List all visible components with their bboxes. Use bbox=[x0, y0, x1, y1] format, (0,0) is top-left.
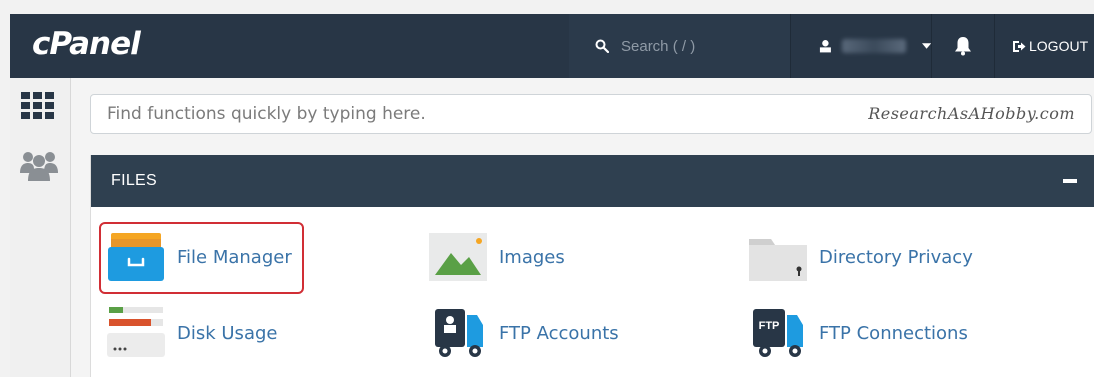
bell-icon bbox=[955, 37, 971, 56]
header-search-placeholder: Search ( / ) bbox=[621, 37, 696, 55]
svg-text:FTP: FTP bbox=[759, 320, 780, 332]
search-icon bbox=[595, 39, 609, 53]
item-label: Disk Usage bbox=[177, 322, 278, 344]
ftp-connections-icon: FTP bbox=[747, 305, 809, 361]
item-label: Directory Privacy bbox=[819, 246, 973, 268]
sidebar bbox=[10, 78, 71, 377]
files-section: FILES File Manager Images Directory Priv… bbox=[90, 155, 1094, 377]
ftp-accounts-icon bbox=[427, 305, 489, 361]
chevron-down-icon bbox=[921, 43, 932, 49]
ftp-accounts-link[interactable]: FTP Accounts bbox=[427, 305, 619, 361]
disk-usage-link[interactable]: Disk Usage bbox=[105, 305, 277, 361]
item-label: Images bbox=[499, 246, 565, 268]
directory-privacy-link[interactable]: Directory Privacy bbox=[747, 229, 973, 285]
collapse-icon[interactable] bbox=[1063, 179, 1077, 183]
users-icon[interactable] bbox=[20, 149, 58, 181]
files-section-header[interactable]: FILES bbox=[91, 155, 1094, 207]
top-bar: cPanel Search ( / ) LOGOUT bbox=[10, 14, 1094, 78]
user-icon bbox=[819, 40, 831, 53]
watermark-text: ResearchAsAHobby.com bbox=[868, 104, 1075, 123]
user-menu[interactable] bbox=[791, 14, 932, 78]
cpanel-window: cPanel Search ( / ) LOGOUT Find function… bbox=[10, 14, 1094, 377]
ftp-connections-link[interactable]: FTP FTP Connections bbox=[747, 305, 968, 361]
logout-label: LOGOUT bbox=[1029, 38, 1089, 54]
header-search[interactable]: Search ( / ) bbox=[569, 14, 790, 78]
section-title: FILES bbox=[111, 172, 157, 189]
item-label: FTP Connections bbox=[819, 322, 968, 344]
file-manager-icon bbox=[105, 229, 167, 285]
apps-grid-icon[interactable] bbox=[21, 92, 55, 119]
logout-button[interactable]: LOGOUT bbox=[995, 14, 1094, 78]
username-redacted bbox=[841, 39, 906, 53]
quick-find-input[interactable] bbox=[91, 95, 883, 133]
cpanel-logo[interactable]: cPanel bbox=[32, 26, 141, 62]
disk-usage-icon bbox=[105, 305, 167, 361]
images-link[interactable]: Images bbox=[427, 229, 565, 285]
file-manager-link[interactable]: File Manager bbox=[105, 229, 292, 285]
quick-find-bar: ResearchAsAHobby.com bbox=[90, 94, 1092, 134]
logout-icon bbox=[1013, 40, 1026, 52]
item-label: File Manager bbox=[177, 246, 292, 268]
directory-privacy-icon bbox=[747, 229, 809, 285]
images-icon bbox=[427, 229, 489, 285]
notifications-button[interactable] bbox=[932, 14, 994, 78]
item-label: FTP Accounts bbox=[499, 322, 619, 344]
